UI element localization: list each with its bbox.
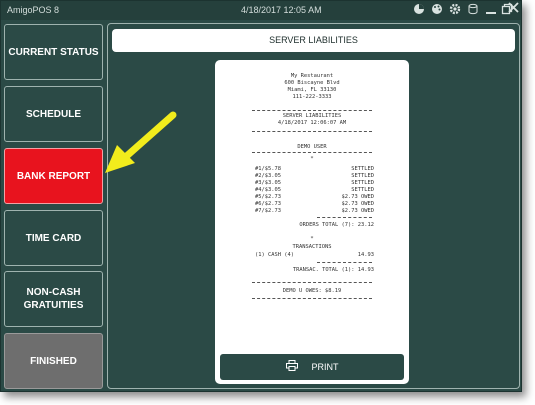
receipt-transactions-title: TRANSACTIONS [292,244,332,250]
sidebar-item-label: SCHEDULE [25,108,81,120]
receipt-order-left: #7/$2.73 [255,208,281,214]
receipt-orders-total: ORDERS TOTAL (7): 23.12 [299,222,374,228]
receipt-orders-marker: * [310,156,314,162]
minimize-icon[interactable] [483,3,498,18]
receipt-divider [252,110,372,111]
highlight-arrow [105,111,177,173]
receipt-trans-total: TRANSAC. TOTAL (1): 14.93 [292,267,374,273]
sidebar-item-schedule[interactable]: SCHEDULE [4,86,103,142]
system-datetime: 4/18/2017 12:05 AM [241,5,322,15]
sidebar-item-current-status[interactable]: CURRENT STATUS [4,24,103,80]
receipt-address-line-1: 600 Biscayne Blvd [284,80,340,86]
sidebar-item-label: CURRENT STATUS [8,46,99,58]
receipt-order-right: SETTLED [351,173,374,179]
receipt-order-left: #5/$2.73 [255,194,281,200]
finished-button[interactable]: FINISHED [4,333,103,389]
print-button-label: PRINT [311,362,339,372]
main-panel: SERVER LIABILITIES My Restaurant 600 Bis… [107,23,520,389]
receipt-order-right: $2.73 OWED [341,201,374,207]
sidebar-item-label: FINISHED [30,355,77,367]
receipt-divider [252,131,372,132]
sidebar-item-label: BANK REPORT [16,170,91,182]
app-title: AmigoPOS 8 [7,5,60,15]
receipt-phone: 111-222-3333 [292,94,332,100]
receipt-order-left: #3/$3.05 [255,180,281,186]
sidebar-item-label: NON-CASH GRATUITIES [23,287,84,311]
receipt-address-line-2: Miami, FL 33130 [287,87,337,93]
page-title: SERVER LIABILITIES [112,29,515,52]
title-bar: AmigoPOS 8 4/18/2017 12:05 AM [1,1,521,20]
app-window: AmigoPOS 8 4/18/2017 12:05 AM CURRENT ST… [0,0,522,392]
receipt-divider [317,217,372,218]
receipt-server-name: DEMO USER [297,144,327,150]
receipt-order-right: $2.73 OWED [341,208,374,214]
receipt-transaction-right: 14.93 [357,252,374,258]
printer-icon [285,360,298,374]
gear-icon[interactable] [447,3,462,18]
receipt-divider [252,298,372,299]
database-icon[interactable] [465,3,480,18]
receipt-order-right: SETTLED [351,180,374,186]
receipt-divider [252,152,372,153]
receipt-order-left: #1/$5.78 [255,166,281,172]
receipt-preview: My Restaurant 600 Biscayne Blvd Miami, F… [215,60,409,384]
receipt-order-left: #6/$2.73 [255,201,281,207]
receipt-owes: DEMO U OWES: $8.19 [282,288,342,294]
receipt-divider [252,282,372,283]
pie-chart-icon[interactable] [411,3,426,18]
print-button[interactable]: PRINT [220,354,404,380]
receipt-report-title: SERVER LIABILITIES [282,113,342,119]
receipt-transaction-left: (1) CASH (4) [255,252,294,258]
receipt-report-datetime: 4/18/2017 12:06:07 AM [277,120,347,126]
sidebar-item-bank-report[interactable]: BANK REPORT [4,148,103,204]
receipt-order-right: SETTLED [351,166,374,172]
close-icon[interactable] [506,2,520,17]
receipt-divider [317,262,372,263]
receipt-trans-marker: * [310,236,314,242]
sidebar-item-non-cash-gratuities[interactable]: NON-CASH GRATUITIES [4,271,103,327]
sidebar-item-time-card[interactable]: TIME CARD [4,210,103,266]
palette-icon[interactable] [429,3,444,18]
receipt-order-right: $2.73 OWED [341,194,374,200]
receipt-order-right: SETTLED [351,187,374,193]
receipt-restaurant-name: My Restaurant [290,73,334,79]
receipt-order-left: #2/$3.05 [255,173,281,179]
sidebar-item-label: TIME CARD [25,232,82,244]
receipt-order-left: #4/$3.05 [255,187,281,193]
